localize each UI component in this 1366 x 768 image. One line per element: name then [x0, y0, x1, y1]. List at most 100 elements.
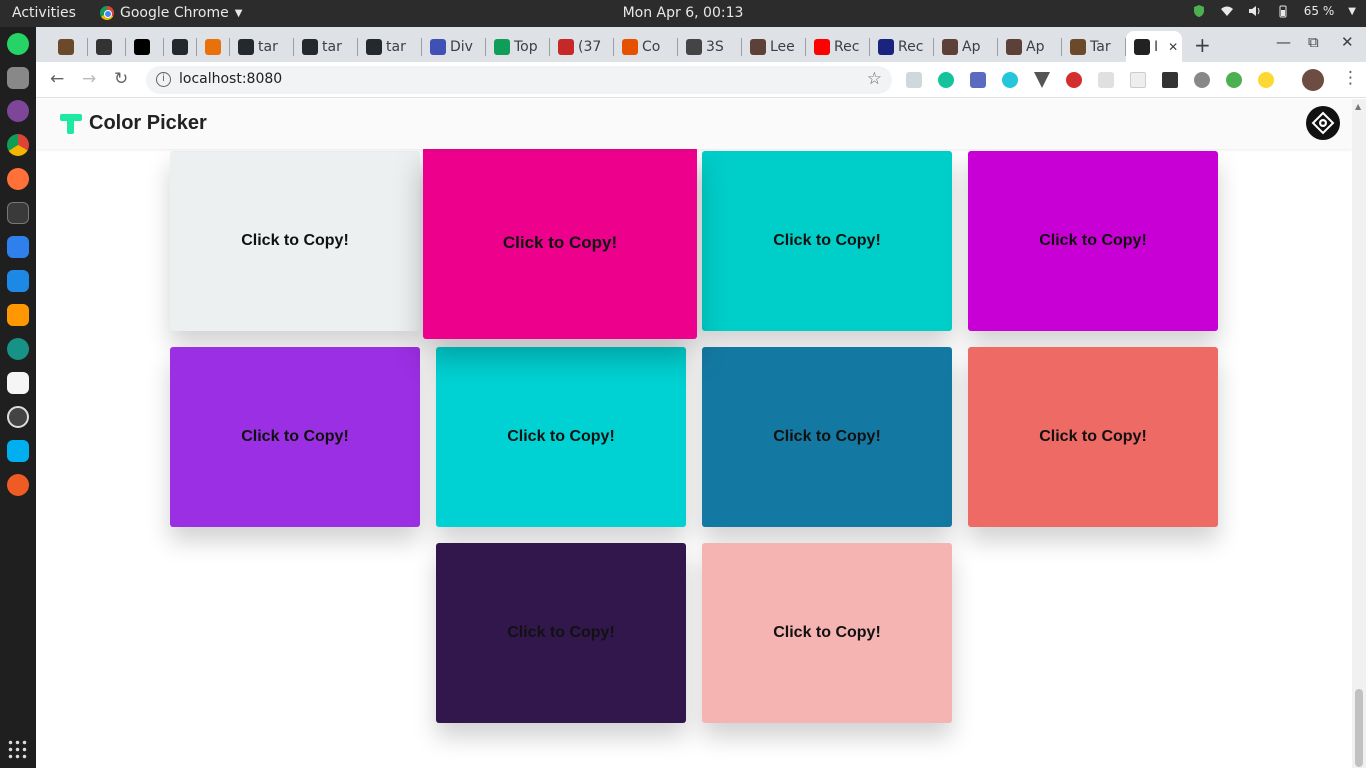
browser-tab[interactable]: Ap — [998, 31, 1062, 62]
browser-tab[interactable] — [50, 31, 88, 62]
copy-label: Click to Copy! — [1039, 428, 1147, 445]
bookmark-star-icon[interactable]: ☆ — [867, 69, 882, 89]
vue-devtools-icon[interactable] — [1034, 72, 1050, 88]
system-tray[interactable]: 65 % ▼ — [1192, 4, 1356, 18]
whatsapp-icon[interactable] — [7, 33, 29, 55]
menu-kebab-icon[interactable]: ⋮ — [1342, 68, 1359, 88]
extension-icon[interactable] — [906, 72, 922, 88]
color-card[interactable]: Click to Copy! — [968, 347, 1218, 527]
firefox-icon[interactable] — [7, 168, 29, 190]
copy-label: Click to Copy! — [502, 233, 618, 252]
browser-tab[interactable]: tar — [358, 31, 422, 62]
extension-icon[interactable] — [1258, 72, 1274, 88]
tab-close-icon[interactable]: ✕ — [1168, 40, 1178, 54]
copy-label: Click to Copy! — [241, 232, 349, 249]
shield-icon — [1193, 5, 1204, 17]
adblock-icon[interactable] — [1066, 72, 1082, 88]
browser-tab[interactable]: Top — [486, 31, 550, 62]
scrollbar-thumb[interactable] — [1355, 689, 1363, 767]
tab-favicon-icon — [1006, 38, 1022, 55]
skype-icon[interactable] — [7, 440, 29, 462]
chrome-dock-icon[interactable] — [7, 134, 29, 156]
copy-label: Click to Copy! — [507, 624, 615, 641]
profile-avatar[interactable] — [1302, 69, 1324, 91]
browser-tab[interactable] — [197, 31, 230, 62]
gitkraken-icon[interactable] — [7, 338, 29, 360]
grammarly-icon[interactable] — [938, 72, 954, 88]
copy-label: Click to Copy! — [241, 428, 349, 445]
files-icon[interactable] — [7, 67, 29, 89]
tab-favicon-icon — [96, 38, 112, 55]
color-card[interactable]: Click to Copy! — [170, 151, 420, 331]
app-menu[interactable]: Google Chrome ▼ — [100, 5, 242, 21]
reload-button[interactable]: ↻ — [114, 69, 128, 89]
browser-tab[interactable] — [164, 31, 197, 62]
browser-window: tar tar tar Div Top (37 Co 3S Lee Rec Rec Ap Ap Tar I ✕… — [36, 27, 1366, 768]
tor-browser-icon[interactable] — [7, 100, 29, 122]
scroll-up-icon[interactable]: ▲ — [1355, 102, 1361, 111]
page-title: Color Picker — [89, 112, 207, 134]
translate-icon[interactable] — [970, 72, 986, 88]
browser-tab[interactable]: I ✕ — [1126, 31, 1182, 62]
vertical-scrollbar[interactable]: ▲ — [1352, 99, 1366, 768]
tab-label: tar — [386, 38, 406, 55]
minimize-button[interactable]: — — [1276, 33, 1291, 51]
battery-icon — [1279, 5, 1287, 18]
tab-favicon-icon — [1134, 38, 1150, 55]
sublime-icon[interactable] — [7, 304, 29, 326]
shield-icon[interactable] — [1098, 72, 1114, 88]
tab-favicon-icon — [686, 38, 702, 55]
copy-label: Click to Copy! — [773, 428, 881, 445]
color-card[interactable]: Click to Copy! — [170, 347, 420, 527]
browser-tab[interactable]: 3S — [678, 31, 742, 62]
forward-button[interactable]: → — [82, 69, 96, 89]
color-card[interactable]: Click to Copy! — [968, 151, 1218, 331]
site-info-icon[interactable]: i — [156, 72, 171, 87]
text-editor-icon[interactable] — [7, 372, 29, 394]
extension-icon[interactable] — [1130, 72, 1146, 88]
address-bar[interactable]: i localhost:8080 ☆ — [146, 66, 892, 94]
tab-label: Tar — [1090, 38, 1111, 55]
activities-button[interactable]: Activities — [12, 5, 76, 21]
browser-tab[interactable]: Rec — [870, 31, 934, 62]
extension-icon[interactable] — [1002, 72, 1018, 88]
extension-icon[interactable] — [1194, 72, 1210, 88]
obs-icon[interactable] — [7, 406, 29, 428]
tab-favicon-icon — [302, 38, 318, 55]
browser-tab[interactable]: Lee — [742, 31, 806, 62]
browser-tab[interactable]: Div — [422, 31, 486, 62]
browser-tab[interactable]: Tar — [1062, 31, 1126, 62]
browser-tab[interactable]: (37 — [550, 31, 614, 62]
chrome-icon — [100, 6, 114, 20]
browser-tab[interactable]: Co — [614, 31, 678, 62]
color-card[interactable]: Click to Copy! — [436, 347, 686, 527]
color-card[interactable]: Click to Copy! — [702, 543, 952, 723]
address-url[interactable]: localhost:8080 — [179, 71, 282, 87]
tasks-icon[interactable] — [7, 236, 29, 258]
maximize-button[interactable]: ⧉ — [1308, 33, 1319, 51]
browser-tab[interactable] — [88, 31, 126, 62]
eyedropper-icon[interactable] — [1162, 72, 1178, 88]
browser-tab[interactable]: Rec — [806, 31, 870, 62]
tab-label: Div — [450, 38, 473, 55]
terminal-icon[interactable] — [7, 202, 29, 224]
vscode-icon[interactable] — [7, 270, 29, 292]
theme-toggle-button[interactable] — [1306, 106, 1340, 140]
tab-favicon-icon — [172, 38, 188, 55]
close-window-button[interactable]: ✕ — [1341, 33, 1354, 51]
browser-tab[interactable]: tar — [230, 31, 294, 62]
browser-tab[interactable] — [126, 31, 164, 62]
postman-icon[interactable] — [7, 474, 29, 496]
browser-tab[interactable]: tar — [294, 31, 358, 62]
color-card[interactable]: Click to Copy! — [423, 147, 697, 339]
color-card[interactable]: Click to Copy! — [702, 347, 952, 527]
extension-icon[interactable] — [1226, 72, 1242, 88]
color-card[interactable]: Click to Copy! — [702, 151, 952, 331]
browser-tab[interactable]: Ap — [934, 31, 998, 62]
dock — [0, 27, 36, 768]
tab-favicon-icon — [205, 38, 221, 55]
new-tab-button[interactable]: + — [1194, 33, 1211, 57]
show-apps-icon[interactable] — [7, 739, 29, 761]
back-button[interactable]: ← — [50, 69, 64, 89]
color-card[interactable]: Click to Copy! — [436, 543, 686, 723]
